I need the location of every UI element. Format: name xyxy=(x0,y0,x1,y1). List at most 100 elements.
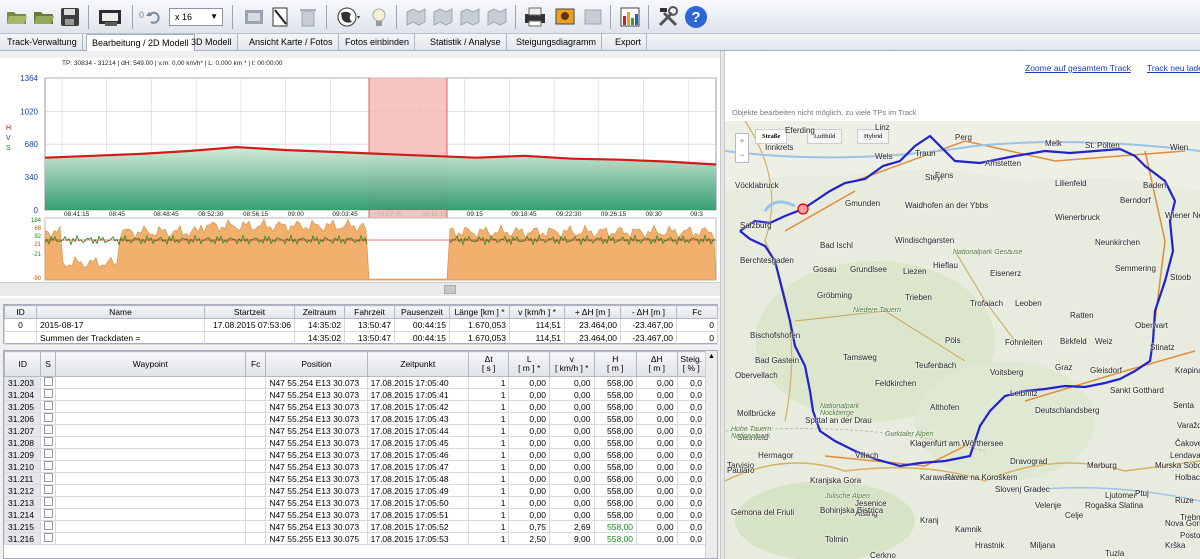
table-cell[interactable] xyxy=(40,436,56,449)
table-cell[interactable] xyxy=(40,412,56,425)
waypoint-header[interactable]: S xyxy=(40,351,56,377)
table-row[interactable]: 31.205 N47 55.254 E13 30.073 17.08.2015 17… xyxy=(4,400,707,413)
row-checkbox[interactable] xyxy=(44,521,54,530)
undo-icon[interactable] xyxy=(144,4,162,30)
summary-header[interactable]: Fahrzeit xyxy=(344,305,395,319)
table-row[interactable]: 31.212 N47 55.254 E13 30.073 17.08.2015 17… xyxy=(4,484,707,497)
table-cell[interactable] xyxy=(40,472,56,485)
waypoint-header[interactable]: Δt[ s ] xyxy=(467,351,510,377)
table-row[interactable]: 31.203 N47 55.254 E13 30.073 17.08.2015 17… xyxy=(4,376,707,389)
photo-icon[interactable] xyxy=(552,4,578,30)
table-cell[interactable] xyxy=(40,508,56,521)
table-cell[interactable] xyxy=(40,424,56,437)
table-row[interactable]: 31.204 N47 55.254 E13 30.073 17.08.2015 17… xyxy=(4,388,707,401)
row-checkbox[interactable] xyxy=(44,437,54,446)
lightbulb-icon[interactable] xyxy=(366,4,392,30)
table-row[interactable]: 31.206 N47 55.254 E13 30.073 17.08.2015 17… xyxy=(4,412,707,425)
photo-gray-icon[interactable] xyxy=(580,4,606,30)
table-row[interactable]: 31.209 N47 55.254 E13 30.073 17.08.2015 17… xyxy=(4,448,707,461)
table-cell[interactable] xyxy=(40,448,56,461)
row-checkbox[interactable] xyxy=(44,401,54,410)
waypoint-vertical-scrollbar[interactable]: ▲ xyxy=(705,351,717,558)
chart-horizontal-scrollbar[interactable] xyxy=(0,282,720,296)
map-tool-icon[interactable] xyxy=(484,4,510,30)
tab-bearbeitung-2d-modell[interactable]: Bearbeitung / 2D Modell xyxy=(86,34,195,51)
summary-header[interactable]: + ΔH [m ] xyxy=(564,305,621,319)
tab-steigungsdiagramm[interactable]: Steigungsdiagramm xyxy=(511,34,603,51)
summary-header[interactable]: Zeitraum xyxy=(294,305,345,319)
waypoint-header[interactable]: Zeitpunkt xyxy=(366,351,469,377)
row-checkbox[interactable] xyxy=(44,449,54,458)
zoom-out-icon[interactable]: − xyxy=(736,148,748,162)
tools-icon[interactable] xyxy=(655,4,681,30)
summary-header[interactable]: Länge [km ] * xyxy=(449,305,510,319)
trash-icon[interactable] xyxy=(295,4,321,30)
help-icon[interactable]: ? xyxy=(683,4,709,30)
scroll-up-icon[interactable]: ▲ xyxy=(706,351,717,360)
waypoint-header[interactable]: Position xyxy=(265,351,368,377)
waypoint-header[interactable]: ΔH[ m ] xyxy=(636,351,678,377)
elevation-chart-pane[interactable]: 1364 1020 680 340 0 08:41:15 08:45 08:48:45 08:5… xyxy=(0,58,720,298)
summary-header[interactable]: Fc xyxy=(676,305,718,319)
table-row[interactable]: 31.214 N47 55.254 E13 30.073 17.08.2015 17… xyxy=(4,508,707,521)
device-icon[interactable] xyxy=(94,4,126,30)
tab-ansicht-karte-fotos[interactable]: Ansicht Karte / Fotos xyxy=(244,34,339,51)
folder-icon[interactable] xyxy=(31,4,57,30)
zoom-in-icon[interactable]: + xyxy=(736,134,748,148)
table-cell[interactable] xyxy=(40,388,56,401)
summary-row[interactable]: Summen der Trackdaten = 14:35:02 13:50:47 0… xyxy=(4,331,718,345)
row-checkbox[interactable] xyxy=(44,497,54,506)
folder-open-icon[interactable] xyxy=(4,4,30,30)
edit-icon[interactable] xyxy=(268,4,294,30)
waypoint-header[interactable]: Steig.[ % ] xyxy=(676,351,707,377)
waypoint-header[interactable]: L[ m ] * xyxy=(508,351,550,377)
save-icon[interactable] xyxy=(57,4,83,30)
row-checkbox[interactable] xyxy=(44,461,54,470)
table-row[interactable]: 31.215 N47 55.254 E13 30.073 17.08.2015 17… xyxy=(4,520,707,533)
globe-icon[interactable] xyxy=(334,4,364,30)
tab-export[interactable]: Export xyxy=(610,34,648,51)
tab-fotos-einbinden[interactable]: Fotos einbinden xyxy=(340,34,416,51)
zoom-select[interactable]: x 16 ▼ xyxy=(169,8,223,26)
tab-statistik-analyse[interactable]: Statistik / Analyse xyxy=(425,34,507,51)
summary-header[interactable]: v [km/h ] * xyxy=(509,305,565,319)
table-row[interactable]: 31.213 N47 55.254 E13 30.073 17.08.2015 17… xyxy=(4,496,707,509)
waypoint-header[interactable]: ID xyxy=(4,351,42,377)
map-zoom-control[interactable]: + − xyxy=(735,133,749,163)
table-cell[interactable] xyxy=(40,400,56,413)
table-cell[interactable] xyxy=(40,484,56,497)
table-cell[interactable] xyxy=(40,496,56,509)
elevation-chart[interactable]: 1364 1020 680 340 0 08:41:15 08:45 08:48:45 08:5… xyxy=(0,58,720,282)
table-row[interactable]: 31.210 N47 55.254 E13 30.073 17.08.2015 17… xyxy=(4,460,707,473)
table-cell[interactable] xyxy=(40,376,56,389)
map-tool-icon[interactable] xyxy=(430,4,456,30)
map-tool-icon[interactable] xyxy=(403,4,429,30)
summary-row[interactable]: 0 2015-08-17 17.08.2015 07:53:06 14:35:02 13… xyxy=(4,318,718,332)
summary-header[interactable]: Pausenzeit xyxy=(394,305,450,319)
row-checkbox[interactable] xyxy=(44,377,54,386)
row-checkbox[interactable] xyxy=(44,473,54,482)
table-cell[interactable] xyxy=(40,520,56,533)
table-cell[interactable] xyxy=(40,460,56,473)
print-icon[interactable] xyxy=(522,4,548,30)
row-checkbox[interactable] xyxy=(44,485,54,494)
tab-track-verwaltung[interactable]: Track-Verwaltung xyxy=(2,34,83,51)
row-checkbox[interactable] xyxy=(44,533,54,542)
table-row[interactable]: 31.207 N47 55.254 E13 30.073 17.08.2015 17… xyxy=(4,424,707,437)
waypoint-header[interactable]: H[ m ] xyxy=(593,351,638,377)
scrollbar-thumb[interactable] xyxy=(444,285,456,294)
waypoint-header[interactable]: Fc xyxy=(245,351,267,377)
reload-track-link[interactable]: Track neu laden xyxy=(1147,63,1200,73)
map-view[interactable]: + − Straße Luftbild Hybrid Eferding Linz Pe… xyxy=(725,121,1200,559)
tab-3d-modell[interactable]: 3D Modell xyxy=(186,34,238,51)
screenshot-icon[interactable] xyxy=(241,4,267,30)
table-row[interactable]: 31.211 N47 55.254 E13 30.073 17.08.2015 17… xyxy=(4,472,707,485)
waypoint-header[interactable]: v[ km/h ] * xyxy=(548,351,595,377)
chart-icon[interactable] xyxy=(617,4,643,30)
zoom-to-track-link[interactable]: Zoome auf gesamtem Track xyxy=(1025,63,1131,73)
row-checkbox[interactable] xyxy=(44,413,54,422)
summary-header[interactable]: Startzeit xyxy=(204,305,295,319)
row-checkbox[interactable] xyxy=(44,425,54,434)
summary-header[interactable]: ID xyxy=(4,305,37,319)
table-row[interactable]: 31.216 N47 55.255 E13 30.075 17.08.2015 17… xyxy=(4,532,707,545)
